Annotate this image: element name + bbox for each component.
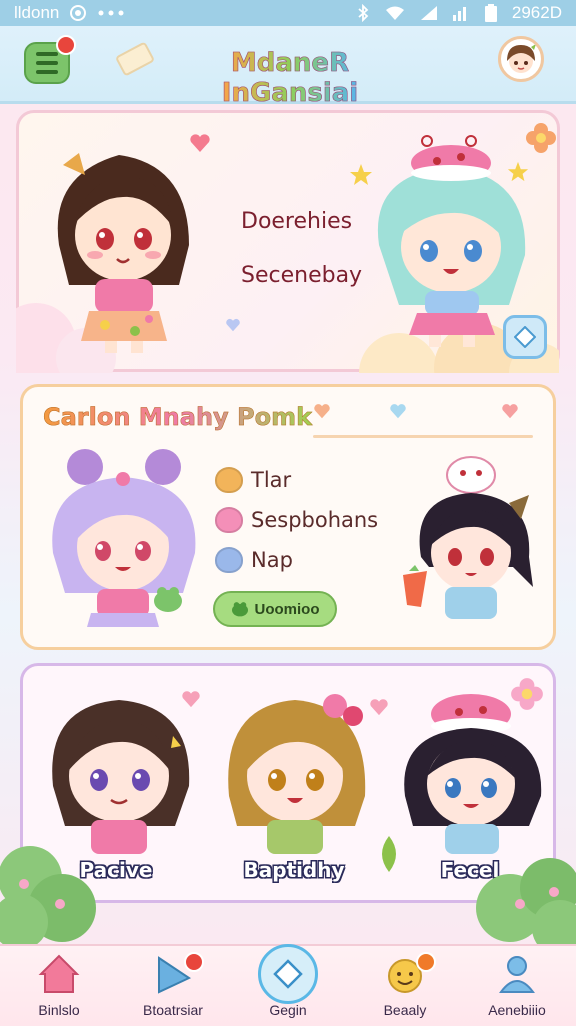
title-underline [313, 435, 533, 438]
heart-icon [502, 404, 518, 419]
feature-item[interactable]: Nap [215, 547, 293, 573]
character-brown-hair-girl [57, 153, 189, 353]
notification-badge [56, 35, 76, 55]
person-icon [499, 956, 535, 993]
profile-avatar[interactable] [498, 36, 544, 82]
bluetooth-icon [358, 4, 369, 22]
feature-action-label: Uoomioo [254, 600, 320, 618]
feature-item-label: Nap [251, 548, 293, 572]
diamond-icon [273, 959, 303, 989]
wifi-icon [385, 6, 404, 20]
frog-sticker-icon [154, 587, 182, 612]
feature-title: Carlon Mnahy Pomk [43, 403, 313, 432]
diamond-icon [514, 326, 536, 348]
hamburger-icon [36, 52, 58, 56]
hero-card: Doerehies Secenebay [16, 110, 560, 373]
battery-icon [484, 4, 497, 22]
camera-circle-icon [70, 5, 87, 21]
center-action-button[interactable] [258, 944, 318, 1004]
nav-label: Beaaly [383, 1002, 427, 1018]
feature-item[interactable]: Tlar [215, 467, 291, 493]
carrier-text: lldonn [14, 3, 60, 22]
nav-item-smiley[interactable]: Beaaly [350, 946, 460, 1026]
character-label: Baptidhy [243, 858, 345, 882]
notification-badge [416, 952, 436, 972]
character-lavender-hair-girl [52, 449, 196, 627]
heart-icon [390, 404, 406, 419]
clock-text: 2962D [511, 3, 562, 22]
cookie-icon [215, 467, 243, 493]
feature-card: Carlon Mnahy Pomk Tlar Sespbohans Nap Uo… [20, 384, 556, 650]
nav-label: Binlslo [38, 1002, 80, 1018]
nav-label: Aenebiiio [488, 1002, 546, 1018]
feature-item-label: Tlar [251, 468, 292, 492]
bush-decoration [476, 858, 576, 946]
character-golden-hair-girl [228, 694, 366, 854]
nav-item-profile[interactable]: Aenebiiio [462, 946, 572, 1026]
bush-decoration [0, 846, 96, 946]
eraser-icon [114, 41, 156, 77]
feature-item[interactable]: Sespbohans [215, 507, 378, 533]
nav-item-home[interactable]: Binlslo [4, 946, 114, 1026]
signal-bars-icon [452, 7, 466, 21]
heart-icon [314, 404, 330, 419]
home-icon [38, 954, 80, 993]
nav-item-flag[interactable]: Btoatrsiar [118, 946, 228, 1026]
character-dark-hair-girl [404, 694, 542, 854]
nav-label: Gegin [269, 1002, 307, 1018]
app-title: MdaneR InGansiai [160, 48, 420, 109]
blue-blob-icon [215, 547, 243, 573]
carrot-sticker-icon [403, 565, 427, 607]
feature-item-label: Sespbohans [251, 508, 379, 532]
pink-blob-icon [215, 507, 243, 533]
notification-badge [184, 952, 204, 972]
app-bar: MdaneR InGansiai [0, 26, 576, 108]
heart-icon [226, 318, 240, 332]
character-option[interactable]: Baptidhy [209, 676, 379, 892]
nav-item-center[interactable]: Gegin [233, 944, 343, 1026]
hero-line-1: Doerehies [241, 209, 353, 234]
frog-icon [231, 602, 248, 617]
signal-icon [420, 6, 437, 20]
character-purple-eyes-girl [52, 700, 190, 854]
nav-label: Btoatrsiar [143, 1002, 203, 1018]
hero-line-2: Secenebay [241, 263, 363, 288]
status-bar: lldonn 2962D [0, 0, 576, 26]
avatar-icon [507, 44, 536, 73]
bottom-nav: Binlslo Btoatrsiar Gegin Beaaly Aenebiii… [0, 944, 576, 1026]
dots-icon [98, 10, 124, 16]
feature-action-button[interactable]: Uoomioo [213, 591, 337, 627]
hero-action-button[interactable] [503, 315, 547, 359]
